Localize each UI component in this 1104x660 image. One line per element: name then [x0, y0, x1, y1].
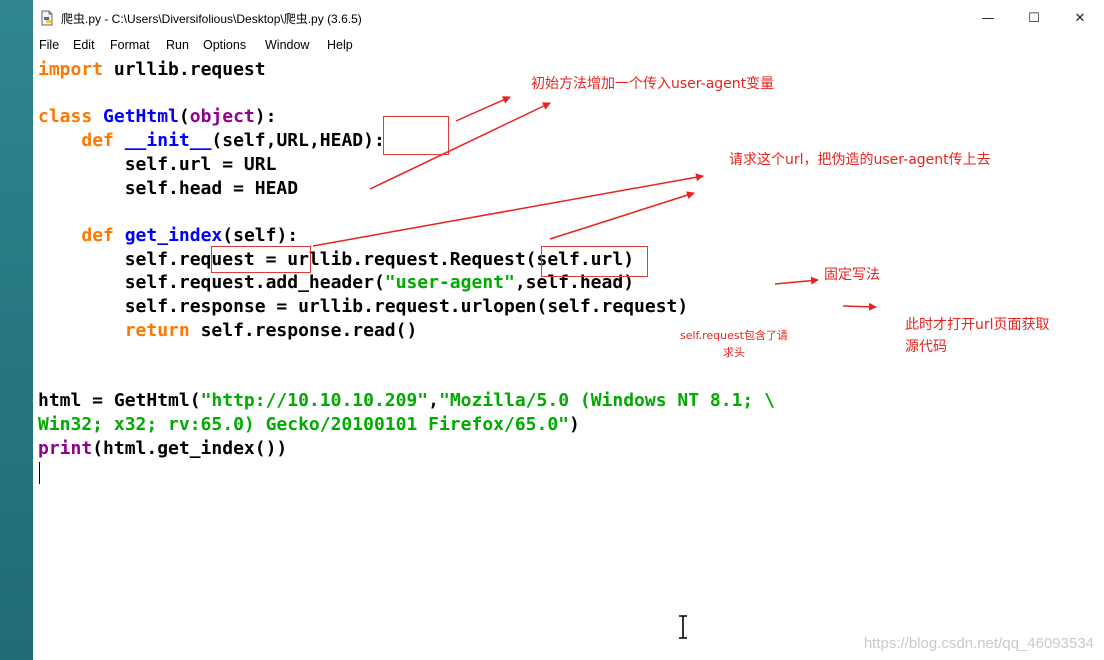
annotation-request-headers: self.request包含了请 求头: [680, 329, 788, 359]
minimize-button[interactable]: —: [965, 0, 1011, 36]
code-line-8: def get_index(self):: [81, 225, 299, 246]
menu-run[interactable]: Run: [166, 38, 189, 52]
code-line-17: print(html.get_index()): [38, 438, 288, 459]
annotation-open-url: 此时才打开url页面获取: [905, 317, 1050, 333]
window-title: 爬虫.py - C:\Users\Diversifolious\Desktop\…: [61, 12, 362, 26]
highlight-request-call: [541, 246, 648, 277]
maximize-icon: ☐: [1028, 10, 1040, 26]
annotation-init-param: 初始方法增加一个传入user-agent变量: [531, 76, 775, 92]
annotation-request-url: 请求这个url，把伪造的user-agent传上去: [729, 152, 991, 168]
title-bar[interactable]: 爬虫.py - C:\Users\Diversifolious\Desktop\…: [33, 0, 1104, 36]
desktop-background: [0, 0, 33, 660]
menu-file[interactable]: File: [39, 38, 59, 52]
maximize-button[interactable]: ☐: [1011, 0, 1057, 36]
code-line-16: Win32; x32; rv:65.0) Gecko/20100101 Fire…: [38, 414, 580, 435]
menu-edit[interactable]: Edit: [73, 38, 95, 52]
watermark: https://blog.csdn.net/qq_46093534: [863, 635, 1094, 652]
highlight-self-request: [211, 246, 311, 273]
code-editor[interactable]: import urllib.request class GetHtml(obje…: [33, 56, 1104, 660]
annotation-fixed-syntax: 固定写法: [824, 267, 880, 283]
python-file-icon: [41, 10, 53, 26]
code-line-1: import urllib.request: [38, 59, 266, 80]
text-cursor: [39, 462, 40, 484]
menu-bar: File Edit Format Run Options Window Help: [33, 36, 1104, 56]
menu-help[interactable]: Help: [327, 38, 353, 52]
mouse-ibeam-cursor-icon: [679, 614, 687, 640]
code-line-15: html = GetHtml("http://10.10.10.209","Mo…: [38, 390, 775, 411]
close-button[interactable]: ✕: [1057, 0, 1103, 36]
highlight-head-param: [383, 116, 449, 155]
code-line-11: self.response = urllib.request.urlopen(s…: [38, 296, 689, 317]
code-line-3: class GetHtml(object):: [38, 106, 277, 127]
menu-window[interactable]: Window: [265, 38, 309, 52]
code-line-5: self.url = URL: [38, 154, 277, 175]
close-icon: ✕: [1074, 10, 1086, 26]
code-line-4: def __init__(self,URL,HEAD):: [81, 130, 385, 151]
code-line-12: return self.response.read(): [124, 320, 418, 341]
minimize-icon: —: [981, 10, 995, 26]
code-line-6: self.head = HEAD: [38, 178, 299, 199]
menu-options[interactable]: Options: [203, 38, 246, 52]
annotation-open-url-line2: 源代码: [905, 339, 947, 355]
menu-format[interactable]: Format: [110, 38, 150, 52]
